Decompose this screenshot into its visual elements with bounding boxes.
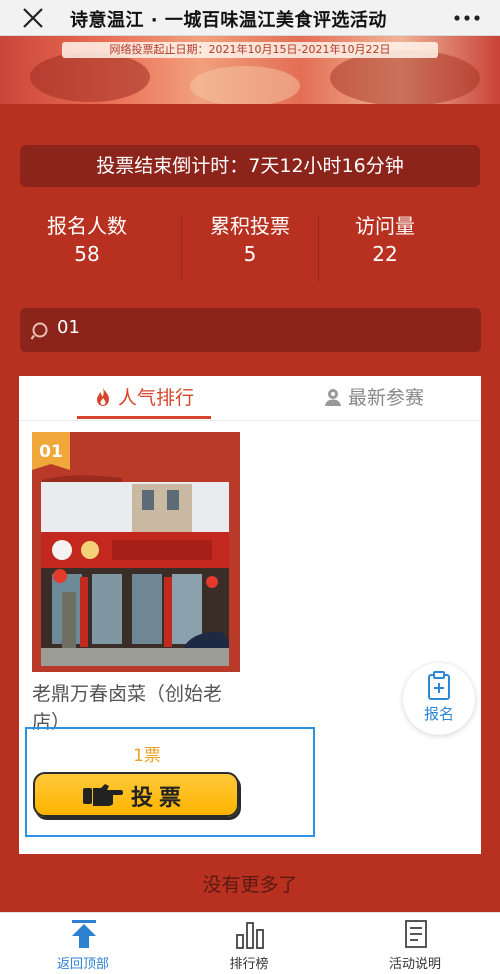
close-icon[interactable] [18,3,48,33]
search-icon [30,322,48,340]
nav-back-to-top[interactable]: 返回顶部 [0,913,166,974]
nav-label: 排行榜 [229,957,269,972]
pointing-hand-icon [83,784,123,806]
stat-label: 访问量 [355,214,415,238]
countdown-timer: 投票结束倒计时：7天12小时16分钟 [20,145,480,187]
active-tab-indicator [77,416,211,419]
stat-visits: 访问量 22 [318,212,452,284]
stat-entrants: 报名人数 58 [20,212,154,284]
person-icon [324,389,341,406]
event-banner: 网络投票起止日期：2021年10月15日-2021年10月22日 [0,36,500,104]
arrow-up-icon [72,920,96,948]
tab-newest[interactable]: 最新参赛 [304,376,444,420]
page-title: 诗意温江 · 一城百味温江美食评选活动 [70,10,387,31]
end-of-list-text: 没有更多了 [202,874,298,896]
vote-area: 1票 投票 [25,727,315,837]
bar-chart-icon [236,922,264,949]
nav-label: 返回顶部 [56,957,109,972]
nav-label: 活动说明 [388,957,441,972]
document-icon [405,920,427,948]
divider [19,420,481,421]
banner-decoration [330,50,480,104]
vote-count: 1票 [133,746,161,766]
signup-label: 报名 [423,705,454,723]
vote-button[interactable]: 投票 [33,772,239,817]
nav-leaderboard[interactable]: 排行榜 [166,913,332,974]
search-value: 01 [57,317,80,338]
stat-value: 58 [74,242,100,266]
rank-badge: 01 [32,432,70,470]
voting-dates: 网络投票起止日期：2021年10月15日-2021年10月22日 [62,42,438,58]
stat-label: 累积投票 [210,214,290,238]
stat-value: 22 [372,242,398,266]
signup-form-icon [428,671,450,700]
stat-total-votes: 累积投票 5 [183,212,317,284]
banner-decoration [190,66,300,104]
search-input[interactable]: 01 [20,308,481,352]
bottom-nav: 返回顶部 排行榜 活动说明 [0,912,500,974]
banner-decoration [30,52,150,102]
stat-label: 报名人数 [47,214,127,238]
tab-label: 最新参赛 [347,387,424,409]
stat-value: 5 [243,242,257,266]
rank-number: 01 [39,442,63,462]
flame-icon [96,388,109,406]
title-bar: 诗意温江 · 一城百味温江美食评选活动 [0,0,500,36]
nav-event-info[interactable]: 活动说明 [332,913,498,974]
more-options-icon[interactable] [452,8,482,28]
tab-label: 人气排行 [117,387,194,409]
tab-popular[interactable]: 人气排行 [74,376,214,420]
stats-row: 报名人数 58 累积投票 5 访问量 22 [20,212,480,284]
divider [181,216,182,282]
signup-button[interactable]: 报名 [403,663,475,735]
vote-button-label: 投票 [131,786,188,811]
